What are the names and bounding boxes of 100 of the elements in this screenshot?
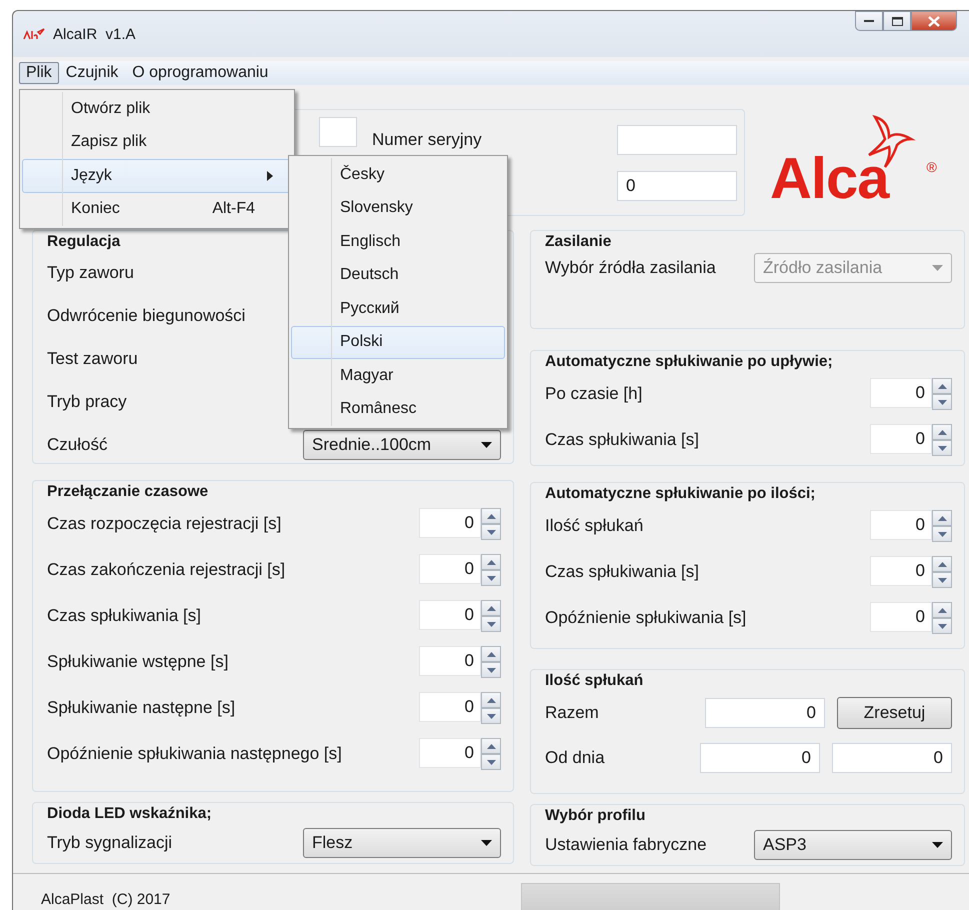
arrow-up-icon — [486, 560, 496, 564]
spin-up-button[interactable] — [481, 738, 501, 754]
menu-item[interactable]: Česky — [291, 158, 505, 192]
group-title: Regulacja — [47, 233, 124, 251]
dropdown[interactable]: Flesz — [303, 828, 501, 858]
spin-down-button[interactable] — [481, 570, 501, 586]
arrow-down-icon — [486, 622, 496, 626]
serial-number-field[interactable] — [617, 124, 737, 154]
spin-down-button[interactable] — [932, 440, 952, 456]
arrow-up-icon — [486, 606, 496, 610]
arrow-down-icon — [938, 578, 946, 582]
arrow-up-icon — [938, 562, 946, 566]
spin-down-button[interactable] — [932, 618, 952, 634]
menu-item[interactable]: Czujnik — [58, 62, 126, 84]
field-label: Czas spłukiwania [s] — [545, 562, 700, 582]
menu-item[interactable]: Magyar — [291, 359, 505, 392]
menu-item[interactable]: O oprogramowaniu — [125, 62, 276, 84]
spin-down-button[interactable] — [932, 526, 952, 542]
spin-up-button[interactable] — [481, 554, 501, 570]
spin-up-button[interactable] — [932, 424, 952, 440]
menu-item[interactable]: Polski — [291, 326, 505, 359]
number-field[interactable]: 0 — [870, 510, 932, 540]
number-field[interactable]: 0 — [419, 600, 481, 630]
menu-item[interactable]: Englisch — [291, 225, 505, 258]
number-field[interactable]: 0 — [419, 738, 481, 768]
spin-down-button[interactable] — [481, 524, 501, 540]
field-label: Czułość — [47, 434, 108, 454]
spin-down-button[interactable] — [481, 662, 501, 678]
number-field[interactable]: 0 — [700, 743, 820, 773]
spin-down-button[interactable] — [481, 708, 501, 724]
dropdown[interactable]: Srednie..100cm — [303, 430, 501, 460]
field-label: Po czasie [h] — [545, 384, 642, 404]
menu-item[interactable]: Slovensky — [291, 192, 505, 225]
spin-up-button[interactable] — [932, 510, 952, 526]
minimize-button[interactable] — [855, 11, 883, 31]
maximize-button[interactable] — [883, 11, 911, 31]
registered-mark: ® — [926, 159, 937, 175]
field-label: Czas spłukiwania [s] — [47, 606, 202, 626]
reset-button[interactable]: Zresetuj — [837, 697, 952, 729]
menu-item[interactable]: Zapisz plik — [22, 126, 292, 159]
arrow-up-icon — [486, 698, 496, 702]
menu-item[interactable]: Koniec Alt-F4 — [22, 192, 292, 226]
logo-text: Alca — [770, 145, 889, 212]
field-label: Wybór źródła zasilania — [545, 258, 716, 278]
app-logo-icon — [23, 28, 45, 40]
number-field[interactable]: 0 — [870, 556, 932, 586]
arrow-down-icon — [938, 446, 946, 450]
field-label: Spłukiwanie wstępne [s] — [47, 652, 228, 672]
spin-down-button[interactable] — [481, 754, 501, 770]
caret-icon — [481, 840, 492, 846]
arrow-up-icon — [938, 384, 946, 388]
menu-item[interactable]: Otwórz plik — [22, 92, 292, 126]
menu-item[interactable]: Русский — [291, 292, 505, 326]
arrow-up-icon — [938, 430, 946, 434]
field-label: Od dnia — [545, 748, 605, 768]
caret-icon — [481, 442, 492, 448]
arrow-down-icon — [486, 714, 496, 718]
spin-up-button[interactable] — [932, 556, 952, 572]
field-label: Opóźnienie spłukiwania [s] — [545, 608, 746, 628]
window-title: AlcaIR v1.A — [53, 26, 136, 42]
number-field[interactable]: 0 — [870, 378, 932, 408]
spin-up-button[interactable] — [481, 508, 501, 524]
menu-item[interactable]: Deutsch — [291, 258, 505, 292]
field-label: Tryb pracy — [47, 392, 127, 412]
number-field[interactable]: 0 — [419, 646, 481, 676]
field-label: Test zaworu — [47, 348, 138, 368]
arrow-down-icon — [486, 576, 496, 580]
dropdown[interactable]: ASP3 — [754, 830, 952, 860]
arrow-down-icon — [486, 760, 496, 764]
caret-icon — [932, 842, 943, 848]
close-button[interactable] — [911, 11, 957, 31]
number-field[interactable]: 0 — [870, 424, 932, 454]
number-field[interactable]: 0 — [870, 602, 932, 632]
field-label: Czas spłukiwania [s] — [545, 430, 700, 450]
spin-up-button[interactable] — [481, 646, 501, 662]
spin-down-button[interactable] — [481, 616, 501, 632]
text-field[interactable] — [319, 116, 357, 146]
field-label: Tryb sygnalizacji — [47, 833, 172, 853]
spin-up-button[interactable] — [932, 602, 952, 618]
arrow-up-icon — [938, 608, 946, 612]
number-field[interactable]: 0 — [705, 698, 825, 728]
arrow-up-icon — [938, 516, 946, 520]
number-field[interactable]: 0 — [419, 554, 481, 584]
arrow-up-icon — [486, 652, 496, 656]
spin-up-button[interactable] — [932, 378, 952, 394]
close-icon — [928, 16, 940, 26]
menu-item[interactable]: Plik — [19, 62, 59, 84]
spin-up-button[interactable] — [481, 600, 501, 616]
spin-down-button[interactable] — [932, 572, 952, 588]
menu-item[interactable]: Românesc — [291, 392, 505, 426]
field-label: Numer seryjny — [372, 130, 483, 150]
field-label: Razem — [545, 703, 599, 723]
spin-up-button[interactable] — [481, 692, 501, 708]
number-field[interactable]: 0 — [617, 170, 737, 200]
number-field[interactable]: 0 — [832, 743, 952, 773]
number-field[interactable]: 0 — [419, 692, 481, 722]
spin-down-button[interactable] — [932, 394, 952, 410]
arrow-down-icon — [938, 400, 946, 404]
field-label: Ustawienia fabryczne — [545, 835, 707, 855]
number-field[interactable]: 0 — [419, 508, 481, 538]
